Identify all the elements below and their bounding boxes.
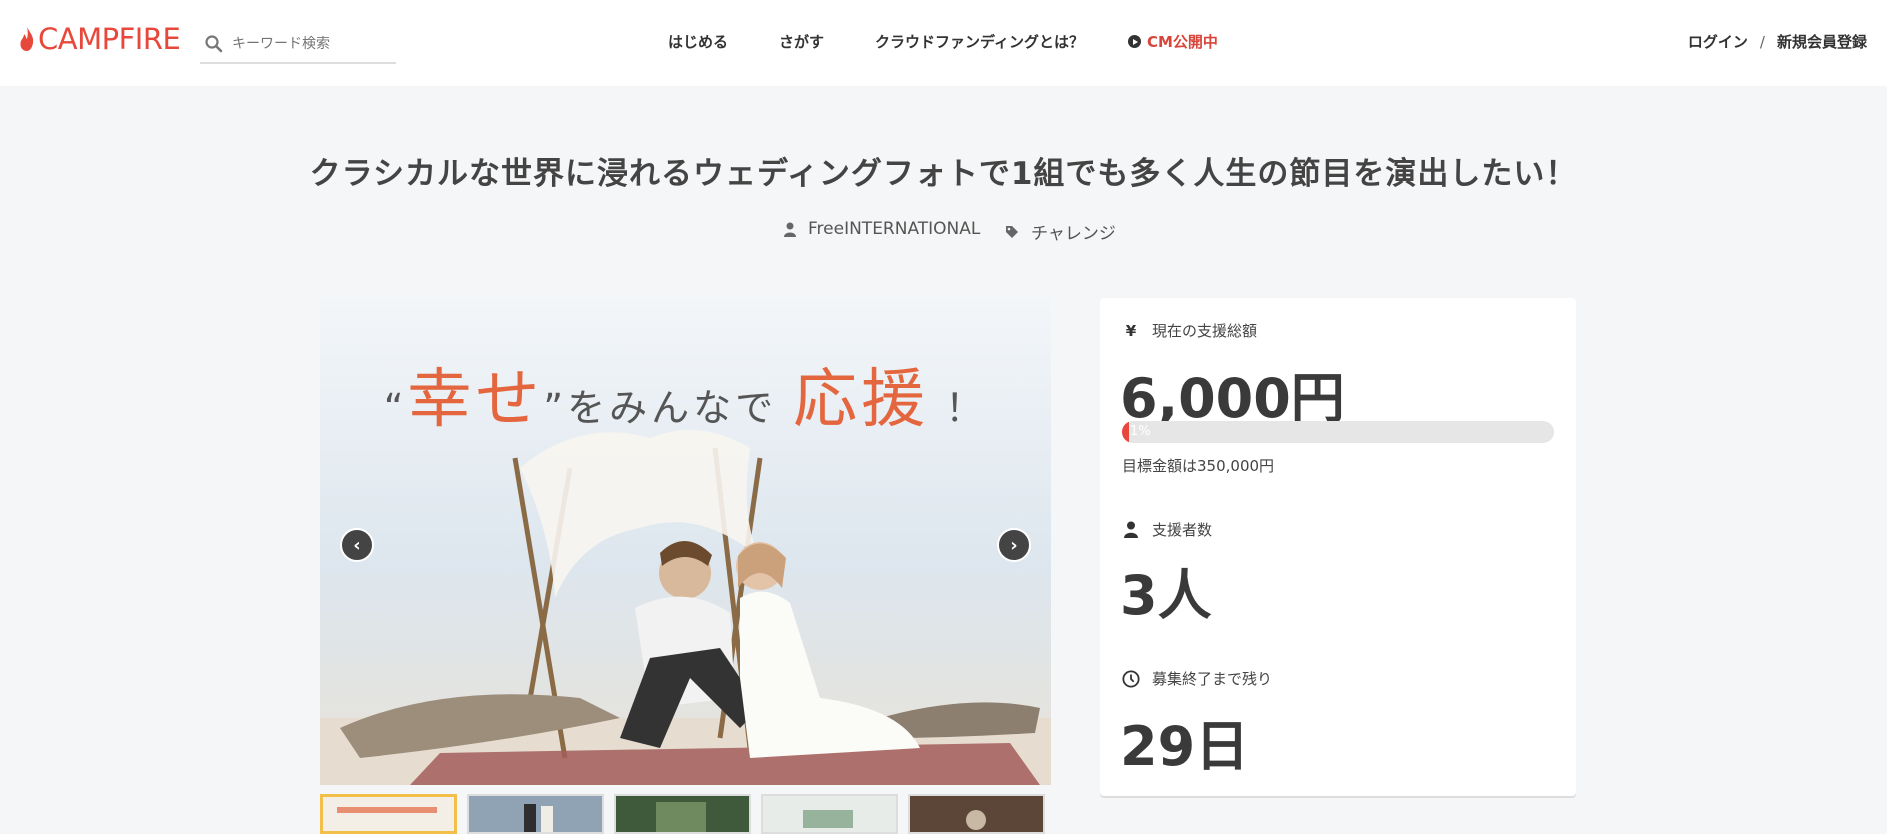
auth-links: ログイン / 新規会員登録 [1688,31,1867,52]
project-image-gallery[interactable]: “幸せ”をみんなで 応援 ！ ‹ › [320,298,1051,785]
thumbnail-image [323,797,454,831]
thumbnail-4[interactable] [761,794,898,834]
backers-count: 3人 [1120,564,1212,627]
owner-name: FreeINTERNATIONAL [808,219,981,239]
goal-amount: 目標金額は350,000円 [1122,457,1275,475]
caption-support: 応援 [793,363,930,437]
thumbnail-5[interactable] [908,794,1045,834]
search-box[interactable] [200,26,396,64]
remaining-days: 29日 [1120,715,1250,778]
caption-happiness: 幸せ [407,363,544,437]
tag-icon [1006,225,1018,238]
project-title: クラシカルな世界に浸れるウェディングフォトで1組でも多く人生の節目を演出したい！ [309,156,1578,192]
funded-label-text: 現在の支援総額 [1152,322,1258,340]
thumbnail-3[interactable] [614,794,751,834]
chevron-right-icon: › [1010,534,1018,556]
project-category[interactable]: チャレンジ [1005,219,1116,244]
user-icon [784,222,796,237]
yen-icon: ¥ [1125,321,1137,340]
search-icon [205,35,223,53]
caption-middle: ”をみんなで [543,386,778,430]
remaining-label: 募集終了まで残り [1122,668,1272,689]
signup-link[interactable]: 新規会員登録 [1777,33,1867,51]
flame-icon [20,27,34,51]
thumbnail-image [616,796,749,832]
nav-start[interactable]: はじめる [668,31,728,52]
progress-percent: 1% [1130,424,1151,439]
user-icon [1124,521,1138,538]
funding-stats-card: ¥ 現在の支援総額 6,000円 1% 目標金額は350,000円 支援者数 3… [1100,298,1576,796]
funded-label: ¥ 現在の支援総額 [1122,320,1257,341]
thumbnail-image [910,796,1043,832]
caption-end: ！ [945,386,988,430]
photo-caption: “幸せ”をみんなで 応援 ！ [320,348,1051,440]
caption-open-quote: “ [383,386,408,430]
auth-separator: / [1759,33,1765,51]
gallery-prev-button[interactable]: ‹ [340,528,374,562]
login-link[interactable]: ログイン [1688,33,1748,51]
thumbnail-image [469,796,602,832]
thumbnail-image [763,796,896,832]
gallery-next-button[interactable]: › [997,528,1031,562]
nav-search[interactable]: さがす [779,31,824,52]
backers-label: 支援者数 [1122,519,1212,540]
cm-label: CM公開中 [1147,33,1218,51]
play-icon [1128,35,1141,48]
thumbnail-1[interactable] [320,794,457,834]
project-owner[interactable]: FreeINTERNATIONAL [784,219,980,239]
campfire-logo[interactable]: CAMPFIRE [18,22,181,56]
gallery-thumbnails [320,794,1051,834]
category-name: チャレンジ [1031,224,1116,244]
site-header: CAMPFIRE はじめる さがす クラウドファンディングとは？ CM公開中 ロ… [0,0,1887,86]
backers-label-text: 支援者数 [1152,521,1213,539]
logo-text: CAMPFIRE [38,22,181,56]
clock-icon [1122,669,1140,688]
chevron-left-icon: ‹ [353,534,361,556]
remaining-label-text: 募集終了まで残り [1152,670,1273,688]
nav-about[interactable]: クラウドファンディングとは？ [875,31,1084,52]
funding-progress-bar: 1% [1122,421,1554,443]
search-input[interactable] [230,35,394,53]
thumbnail-2[interactable] [467,794,604,834]
nav-cm[interactable]: CM公開中 [1128,31,1218,52]
